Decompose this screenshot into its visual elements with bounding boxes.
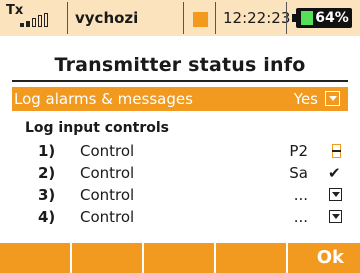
dropdown-icon[interactable] [329, 188, 342, 201]
dropdown-icon[interactable] [329, 210, 342, 223]
signal-strength-icon [20, 13, 65, 27]
control-label: Control [80, 208, 135, 226]
status-bar: Tx vychozi 12:22:23 64% [0, 0, 360, 36]
clock: 12:22:23 [223, 9, 291, 27]
log-alarms-value: Yes [293, 90, 318, 108]
ok-button[interactable]: Ok [317, 243, 344, 273]
control-row-3[interactable]: 3) Control ... [0, 185, 360, 205]
control-number: 1) [38, 142, 56, 160]
dropdown-icon[interactable] [325, 91, 340, 106]
control-label: Control [80, 164, 135, 182]
battery-icon: 64% [296, 8, 352, 28]
section-title: Log input controls [25, 120, 169, 136]
control-label: Control [80, 142, 135, 160]
control-number: 4) [38, 208, 56, 226]
checkmark-icon[interactable]: ✔ [328, 165, 342, 181]
control-value: Sa [289, 164, 308, 182]
log-alarms-label: Log alarms & messages [14, 90, 193, 108]
page-title: Transmitter status info [54, 54, 306, 76]
timer-indicator-icon [193, 12, 208, 27]
log-alarms-row[interactable]: Log alarms & messages Yes [12, 87, 348, 111]
battery-fill [301, 11, 313, 25]
softkey-bar: Ok [0, 243, 360, 273]
model-name[interactable]: vychozi [75, 0, 138, 36]
switch-icon[interactable] [332, 143, 342, 159]
control-value: ... [293, 208, 308, 226]
control-row-2[interactable]: 2) Control Sa ✔ [0, 163, 360, 183]
battery-percent: 64% [315, 10, 349, 26]
control-value: ... [293, 186, 308, 204]
control-number: 2) [38, 164, 56, 182]
control-row-4[interactable]: 4) Control ... [0, 207, 360, 227]
title-divider [12, 80, 348, 82]
control-label: Control [80, 186, 135, 204]
control-value: P2 [289, 142, 308, 160]
control-number: 3) [38, 186, 56, 204]
control-row-1[interactable]: 1) Control P2 [0, 141, 360, 161]
